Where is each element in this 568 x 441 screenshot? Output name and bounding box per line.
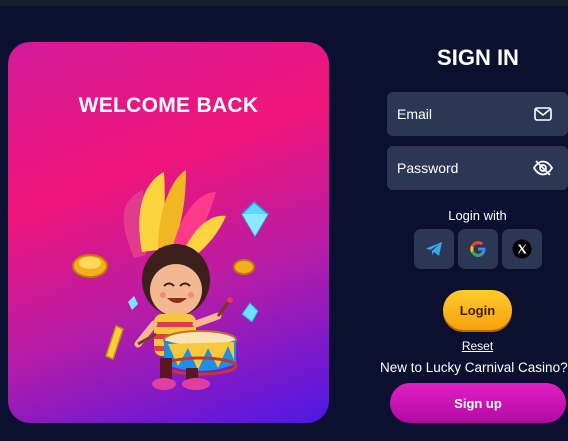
- signup-button[interactable]: Sign up: [390, 383, 566, 423]
- envelope-icon: [532, 103, 554, 125]
- gold-bar-icon: [105, 324, 124, 361]
- new-to-casino-text: New to Lucky Carnival Casino?: [380, 360, 568, 375]
- google-icon: [470, 241, 486, 257]
- email-label: Email: [397, 106, 433, 122]
- password-field[interactable]: Password: [387, 146, 568, 190]
- reset-link[interactable]: Reset: [455, 339, 500, 353]
- email-field[interactable]: Email: [387, 92, 568, 136]
- signin-title: SIGN IN: [437, 45, 519, 70]
- x-icon: [512, 239, 532, 259]
- login-button[interactable]: Login: [443, 290, 512, 330]
- telegram-icon: [426, 242, 442, 256]
- diamond-top-right-icon: [241, 200, 269, 238]
- login-with-label: Login with: [448, 208, 507, 223]
- drum: [162, 330, 238, 376]
- carnival-drummer-illustration: [72, 170, 269, 390]
- top-strip: [0, 0, 568, 6]
- diamond-small-left-icon: [128, 296, 138, 310]
- diamond-mid-right-icon: [241, 302, 259, 323]
- telegram-login-button[interactable]: [414, 229, 454, 269]
- gold-coin-left-icon: [72, 254, 108, 278]
- welcome-panel: WELCOME BACK: [8, 42, 329, 423]
- password-label: Password: [397, 160, 459, 176]
- eye-off-icon[interactable]: [532, 157, 554, 179]
- gold-coin-right-icon: [233, 259, 255, 275]
- google-login-button[interactable]: [458, 229, 498, 269]
- welcome-heading: WELCOME BACK: [78, 94, 259, 117]
- x-login-button[interactable]: [502, 229, 542, 269]
- mascot-head: [142, 244, 210, 316]
